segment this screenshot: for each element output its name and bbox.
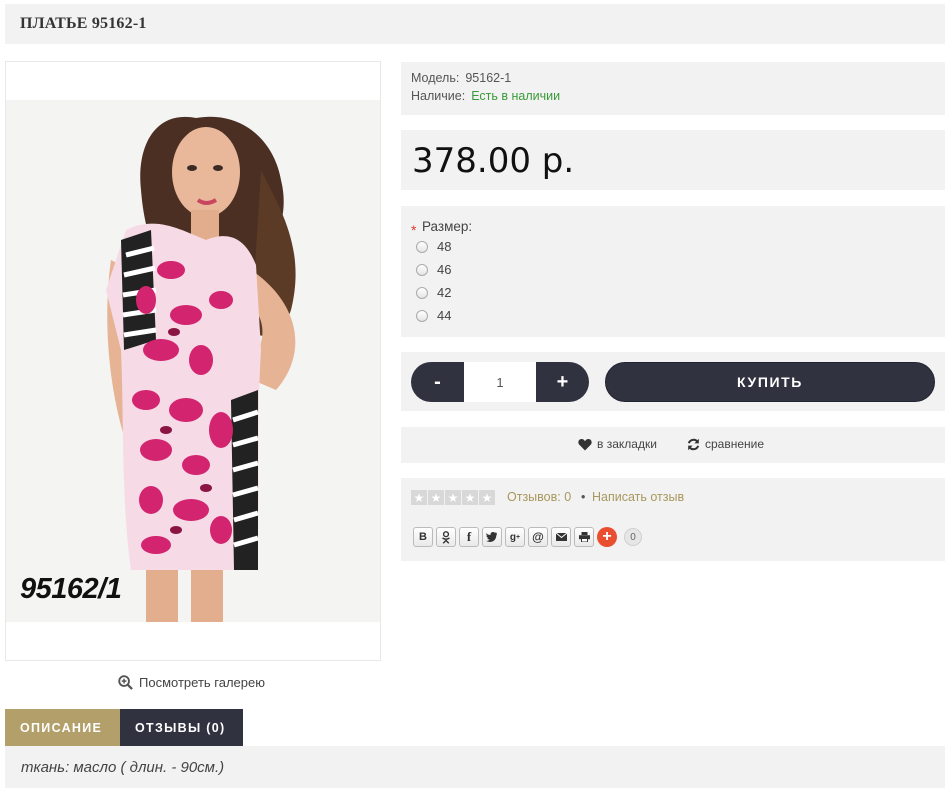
print-share-icon[interactable] — [574, 527, 594, 547]
model-row: Модель: 95162-1 — [411, 71, 511, 85]
share-counter: 0 — [624, 528, 642, 546]
size-radio[interactable] — [416, 263, 428, 276]
image-caption: 95162/1 — [20, 573, 122, 605]
stock-row: Наличие: Есть в наличии — [411, 89, 560, 103]
star-icon: ★ — [479, 490, 495, 505]
refresh-icon — [687, 438, 700, 450]
required-mark: * — [411, 222, 417, 238]
reviews-count-link[interactable]: Отзывов: 0 — [507, 490, 571, 504]
separator-dot: • — [581, 490, 586, 504]
size-option-46[interactable]: 46 — [416, 262, 451, 277]
buy-panel: - + КУПИТЬ — [401, 352, 945, 411]
zoom-in-icon — [118, 674, 133, 690]
size-radio[interactable] — [416, 240, 428, 253]
quantity-input[interactable] — [464, 362, 536, 402]
rating-share-panel: ★ ★ ★ ★ ★ Отзывов: 0 • Написать отзыв В … — [401, 478, 945, 561]
stock-status: Есть в наличии — [471, 89, 561, 103]
title-bar: ПЛАТЬЕ 95162-1 — [5, 4, 945, 44]
facebook-share-icon[interactable]: f — [459, 527, 479, 547]
quantity-decrease-button[interactable]: - — [411, 362, 464, 402]
wishlist-compare-panel: в закладки сравнение — [401, 427, 945, 463]
product-photo[interactable]: 95162/1 — [6, 100, 380, 622]
view-gallery-label[interactable]: Посмотреть галерею — [139, 675, 265, 690]
size-radio[interactable] — [416, 286, 428, 299]
star-icon: ★ — [411, 490, 427, 505]
tab-reviews[interactable]: ОТЗЫВЫ (0) — [120, 709, 243, 746]
view-gallery-link[interactable]: Посмотреть галерею — [118, 672, 265, 692]
size-option-label: 48 — [437, 239, 452, 254]
odnoklassniki-share-icon[interactable] — [436, 527, 456, 547]
email-share-icon[interactable] — [551, 527, 571, 547]
twitter-share-icon[interactable] — [482, 527, 502, 547]
product-tabs: ОПИСАНИЕ ОТЗЫВЫ (0) — [5, 709, 243, 746]
price-panel: 378.00 р. — [401, 130, 945, 190]
size-option-44[interactable]: 44 — [416, 308, 451, 323]
stock-label: Наличие: — [411, 89, 466, 103]
add-to-compare-link[interactable]: сравнение — [687, 437, 764, 451]
heart-icon — [578, 438, 592, 450]
description-text: ткань: масло ( длин. - 90см.) — [21, 759, 225, 776]
mail-ru-share-icon[interactable]: @ — [528, 527, 548, 547]
size-options-panel: * Размер: 48 46 42 44 — [401, 206, 945, 337]
wishlist-label[interactable]: в закладки — [597, 437, 657, 451]
product-image-box[interactable]: 95162/1 — [5, 61, 381, 661]
dress-photo-illustration — [6, 100, 380, 622]
size-option-42[interactable]: 42 — [416, 285, 451, 300]
product-info-panel: Модель: 95162-1 Наличие: Есть в наличии — [401, 62, 945, 115]
size-option-label: 46 — [437, 262, 452, 277]
star-icon: ★ — [445, 490, 461, 505]
write-review-link[interactable]: Написать отзыв — [592, 490, 684, 504]
size-option-label: 42 — [437, 285, 452, 300]
share-buttons: В f g + @ + 0 — [413, 527, 642, 547]
quantity-increase-button[interactable]: + — [536, 362, 589, 402]
size-option-48[interactable]: 48 — [416, 239, 451, 254]
size-radio[interactable] — [416, 309, 428, 322]
size-option-label: 44 — [437, 308, 452, 323]
tab-description[interactable]: ОПИСАНИЕ — [5, 709, 120, 746]
buy-button[interactable]: КУПИТЬ — [605, 362, 935, 402]
vk-share-icon[interactable]: В — [413, 527, 433, 547]
star-icon: ★ — [462, 490, 478, 505]
product-title: ПЛАТЬЕ 95162-1 — [20, 15, 147, 32]
compare-label[interactable]: сравнение — [705, 437, 764, 451]
google-plus-share-icon[interactable]: g + — [505, 527, 525, 547]
add-to-wishlist-link[interactable]: в закладки — [578, 437, 657, 451]
size-label: Размер: — [422, 219, 473, 234]
description-panel: ткань: масло ( длин. - 90см.) — [5, 746, 945, 788]
price-value: 378.00 р. — [412, 141, 575, 181]
model-value: 95162-1 — [465, 71, 512, 85]
star-icon: ★ — [428, 490, 444, 505]
more-share-icon[interactable]: + — [597, 527, 617, 547]
rating-stars: ★ ★ ★ ★ ★ — [411, 490, 495, 505]
model-label: Модель: — [411, 71, 460, 85]
